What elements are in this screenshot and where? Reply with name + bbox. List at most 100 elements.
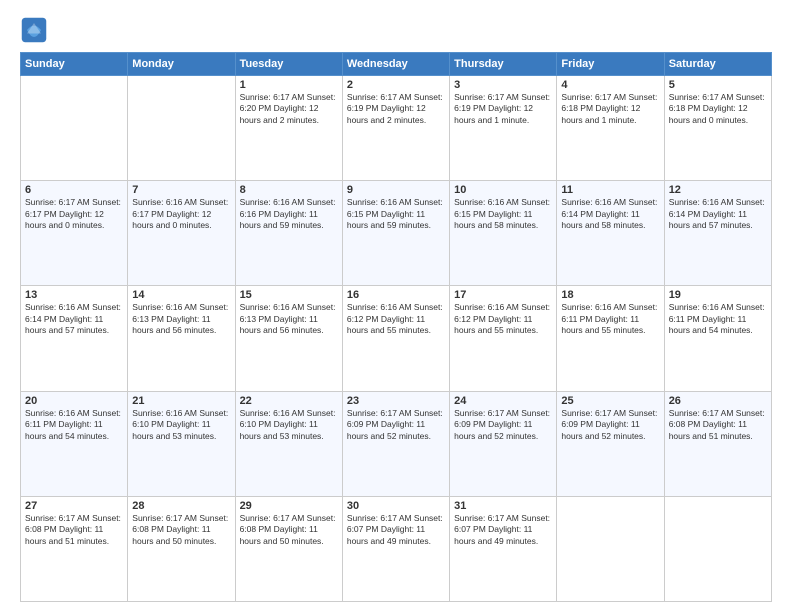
cell-info: Sunrise: 6:16 AM Sunset: 6:11 PM Dayligh… bbox=[25, 408, 123, 442]
cell-info: Sunrise: 6:17 AM Sunset: 6:19 PM Dayligh… bbox=[454, 92, 552, 126]
day-number: 18 bbox=[561, 289, 659, 301]
cell-info: Sunrise: 6:16 AM Sunset: 6:11 PM Dayligh… bbox=[669, 302, 767, 336]
calendar-cell: 31Sunrise: 6:17 AM Sunset: 6:07 PM Dayli… bbox=[450, 496, 557, 601]
calendar-cell: 9Sunrise: 6:16 AM Sunset: 6:15 PM Daylig… bbox=[342, 181, 449, 286]
calendar-header-row: SundayMondayTuesdayWednesdayThursdayFrid… bbox=[21, 53, 772, 76]
cell-info: Sunrise: 6:16 AM Sunset: 6:14 PM Dayligh… bbox=[561, 197, 659, 231]
cell-info: Sunrise: 6:17 AM Sunset: 6:20 PM Dayligh… bbox=[240, 92, 338, 126]
calendar-cell: 22Sunrise: 6:16 AM Sunset: 6:10 PM Dayli… bbox=[235, 391, 342, 496]
cell-info: Sunrise: 6:16 AM Sunset: 6:10 PM Dayligh… bbox=[132, 408, 230, 442]
calendar-cell: 29Sunrise: 6:17 AM Sunset: 6:08 PM Dayli… bbox=[235, 496, 342, 601]
calendar-day-header: Thursday bbox=[450, 53, 557, 76]
calendar-cell: 24Sunrise: 6:17 AM Sunset: 6:09 PM Dayli… bbox=[450, 391, 557, 496]
day-number: 14 bbox=[132, 289, 230, 301]
calendar-cell: 14Sunrise: 6:16 AM Sunset: 6:13 PM Dayli… bbox=[128, 286, 235, 391]
calendar-cell bbox=[21, 76, 128, 181]
cell-info: Sunrise: 6:17 AM Sunset: 6:19 PM Dayligh… bbox=[347, 92, 445, 126]
calendar-cell: 7Sunrise: 6:16 AM Sunset: 6:17 PM Daylig… bbox=[128, 181, 235, 286]
calendar-cell: 13Sunrise: 6:16 AM Sunset: 6:14 PM Dayli… bbox=[21, 286, 128, 391]
calendar-cell: 18Sunrise: 6:16 AM Sunset: 6:11 PM Dayli… bbox=[557, 286, 664, 391]
day-number: 4 bbox=[561, 79, 659, 91]
day-number: 25 bbox=[561, 395, 659, 407]
calendar-day-header: Saturday bbox=[664, 53, 771, 76]
cell-info: Sunrise: 6:17 AM Sunset: 6:08 PM Dayligh… bbox=[25, 513, 123, 547]
calendar-cell: 1Sunrise: 6:17 AM Sunset: 6:20 PM Daylig… bbox=[235, 76, 342, 181]
day-number: 22 bbox=[240, 395, 338, 407]
calendar-cell: 30Sunrise: 6:17 AM Sunset: 6:07 PM Dayli… bbox=[342, 496, 449, 601]
calendar-cell: 6Sunrise: 6:17 AM Sunset: 6:17 PM Daylig… bbox=[21, 181, 128, 286]
cell-info: Sunrise: 6:16 AM Sunset: 6:12 PM Dayligh… bbox=[347, 302, 445, 336]
day-number: 19 bbox=[669, 289, 767, 301]
calendar-cell: 15Sunrise: 6:16 AM Sunset: 6:13 PM Dayli… bbox=[235, 286, 342, 391]
calendar-cell: 8Sunrise: 6:16 AM Sunset: 6:16 PM Daylig… bbox=[235, 181, 342, 286]
day-number: 30 bbox=[347, 500, 445, 512]
cell-info: Sunrise: 6:16 AM Sunset: 6:13 PM Dayligh… bbox=[132, 302, 230, 336]
calendar-table: SundayMondayTuesdayWednesdayThursdayFrid… bbox=[20, 52, 772, 602]
day-number: 1 bbox=[240, 79, 338, 91]
calendar-week-row: 1Sunrise: 6:17 AM Sunset: 6:20 PM Daylig… bbox=[21, 76, 772, 181]
calendar-day-header: Friday bbox=[557, 53, 664, 76]
calendar-cell: 21Sunrise: 6:16 AM Sunset: 6:10 PM Dayli… bbox=[128, 391, 235, 496]
cell-info: Sunrise: 6:16 AM Sunset: 6:16 PM Dayligh… bbox=[240, 197, 338, 231]
cell-info: Sunrise: 6:16 AM Sunset: 6:17 PM Dayligh… bbox=[132, 197, 230, 231]
cell-info: Sunrise: 6:16 AM Sunset: 6:13 PM Dayligh… bbox=[240, 302, 338, 336]
day-number: 13 bbox=[25, 289, 123, 301]
cell-info: Sunrise: 6:17 AM Sunset: 6:08 PM Dayligh… bbox=[132, 513, 230, 547]
cell-info: Sunrise: 6:16 AM Sunset: 6:10 PM Dayligh… bbox=[240, 408, 338, 442]
cell-info: Sunrise: 6:17 AM Sunset: 6:09 PM Dayligh… bbox=[454, 408, 552, 442]
cell-info: Sunrise: 6:16 AM Sunset: 6:14 PM Dayligh… bbox=[669, 197, 767, 231]
calendar-day-header: Sunday bbox=[21, 53, 128, 76]
calendar-cell: 17Sunrise: 6:16 AM Sunset: 6:12 PM Dayli… bbox=[450, 286, 557, 391]
day-number: 3 bbox=[454, 79, 552, 91]
cell-info: Sunrise: 6:17 AM Sunset: 6:18 PM Dayligh… bbox=[669, 92, 767, 126]
calendar-week-row: 27Sunrise: 6:17 AM Sunset: 6:08 PM Dayli… bbox=[21, 496, 772, 601]
cell-info: Sunrise: 6:17 AM Sunset: 6:08 PM Dayligh… bbox=[669, 408, 767, 442]
calendar-cell: 3Sunrise: 6:17 AM Sunset: 6:19 PM Daylig… bbox=[450, 76, 557, 181]
calendar-cell: 26Sunrise: 6:17 AM Sunset: 6:08 PM Dayli… bbox=[664, 391, 771, 496]
calendar-cell: 12Sunrise: 6:16 AM Sunset: 6:14 PM Dayli… bbox=[664, 181, 771, 286]
header bbox=[20, 16, 772, 44]
calendar-cell: 19Sunrise: 6:16 AM Sunset: 6:11 PM Dayli… bbox=[664, 286, 771, 391]
cell-info: Sunrise: 6:17 AM Sunset: 6:09 PM Dayligh… bbox=[347, 408, 445, 442]
calendar-cell: 11Sunrise: 6:16 AM Sunset: 6:14 PM Dayli… bbox=[557, 181, 664, 286]
day-number: 17 bbox=[454, 289, 552, 301]
cell-info: Sunrise: 6:16 AM Sunset: 6:14 PM Dayligh… bbox=[25, 302, 123, 336]
calendar-cell bbox=[557, 496, 664, 601]
calendar-cell: 23Sunrise: 6:17 AM Sunset: 6:09 PM Dayli… bbox=[342, 391, 449, 496]
day-number: 6 bbox=[25, 184, 123, 196]
calendar-cell: 16Sunrise: 6:16 AM Sunset: 6:12 PM Dayli… bbox=[342, 286, 449, 391]
calendar-cell: 27Sunrise: 6:17 AM Sunset: 6:08 PM Dayli… bbox=[21, 496, 128, 601]
cell-info: Sunrise: 6:16 AM Sunset: 6:15 PM Dayligh… bbox=[347, 197, 445, 231]
day-number: 21 bbox=[132, 395, 230, 407]
day-number: 29 bbox=[240, 500, 338, 512]
calendar-week-row: 20Sunrise: 6:16 AM Sunset: 6:11 PM Dayli… bbox=[21, 391, 772, 496]
day-number: 9 bbox=[347, 184, 445, 196]
calendar-cell: 10Sunrise: 6:16 AM Sunset: 6:15 PM Dayli… bbox=[450, 181, 557, 286]
logo-icon bbox=[20, 16, 48, 44]
cell-info: Sunrise: 6:17 AM Sunset: 6:18 PM Dayligh… bbox=[561, 92, 659, 126]
cell-info: Sunrise: 6:17 AM Sunset: 6:07 PM Dayligh… bbox=[454, 513, 552, 547]
calendar-week-row: 13Sunrise: 6:16 AM Sunset: 6:14 PM Dayli… bbox=[21, 286, 772, 391]
calendar-cell: 2Sunrise: 6:17 AM Sunset: 6:19 PM Daylig… bbox=[342, 76, 449, 181]
cell-info: Sunrise: 6:16 AM Sunset: 6:12 PM Dayligh… bbox=[454, 302, 552, 336]
day-number: 16 bbox=[347, 289, 445, 301]
calendar-cell bbox=[128, 76, 235, 181]
day-number: 26 bbox=[669, 395, 767, 407]
calendar-cell bbox=[664, 496, 771, 601]
day-number: 24 bbox=[454, 395, 552, 407]
cell-info: Sunrise: 6:17 AM Sunset: 6:07 PM Dayligh… bbox=[347, 513, 445, 547]
calendar-cell: 25Sunrise: 6:17 AM Sunset: 6:09 PM Dayli… bbox=[557, 391, 664, 496]
day-number: 7 bbox=[132, 184, 230, 196]
day-number: 11 bbox=[561, 184, 659, 196]
calendar-cell: 5Sunrise: 6:17 AM Sunset: 6:18 PM Daylig… bbox=[664, 76, 771, 181]
calendar-cell: 28Sunrise: 6:17 AM Sunset: 6:08 PM Dayli… bbox=[128, 496, 235, 601]
cell-info: Sunrise: 6:17 AM Sunset: 6:17 PM Dayligh… bbox=[25, 197, 123, 231]
cell-info: Sunrise: 6:17 AM Sunset: 6:09 PM Dayligh… bbox=[561, 408, 659, 442]
day-number: 27 bbox=[25, 500, 123, 512]
calendar-day-header: Monday bbox=[128, 53, 235, 76]
calendar-cell: 20Sunrise: 6:16 AM Sunset: 6:11 PM Dayli… bbox=[21, 391, 128, 496]
day-number: 5 bbox=[669, 79, 767, 91]
calendar-day-header: Wednesday bbox=[342, 53, 449, 76]
day-number: 12 bbox=[669, 184, 767, 196]
calendar-day-header: Tuesday bbox=[235, 53, 342, 76]
